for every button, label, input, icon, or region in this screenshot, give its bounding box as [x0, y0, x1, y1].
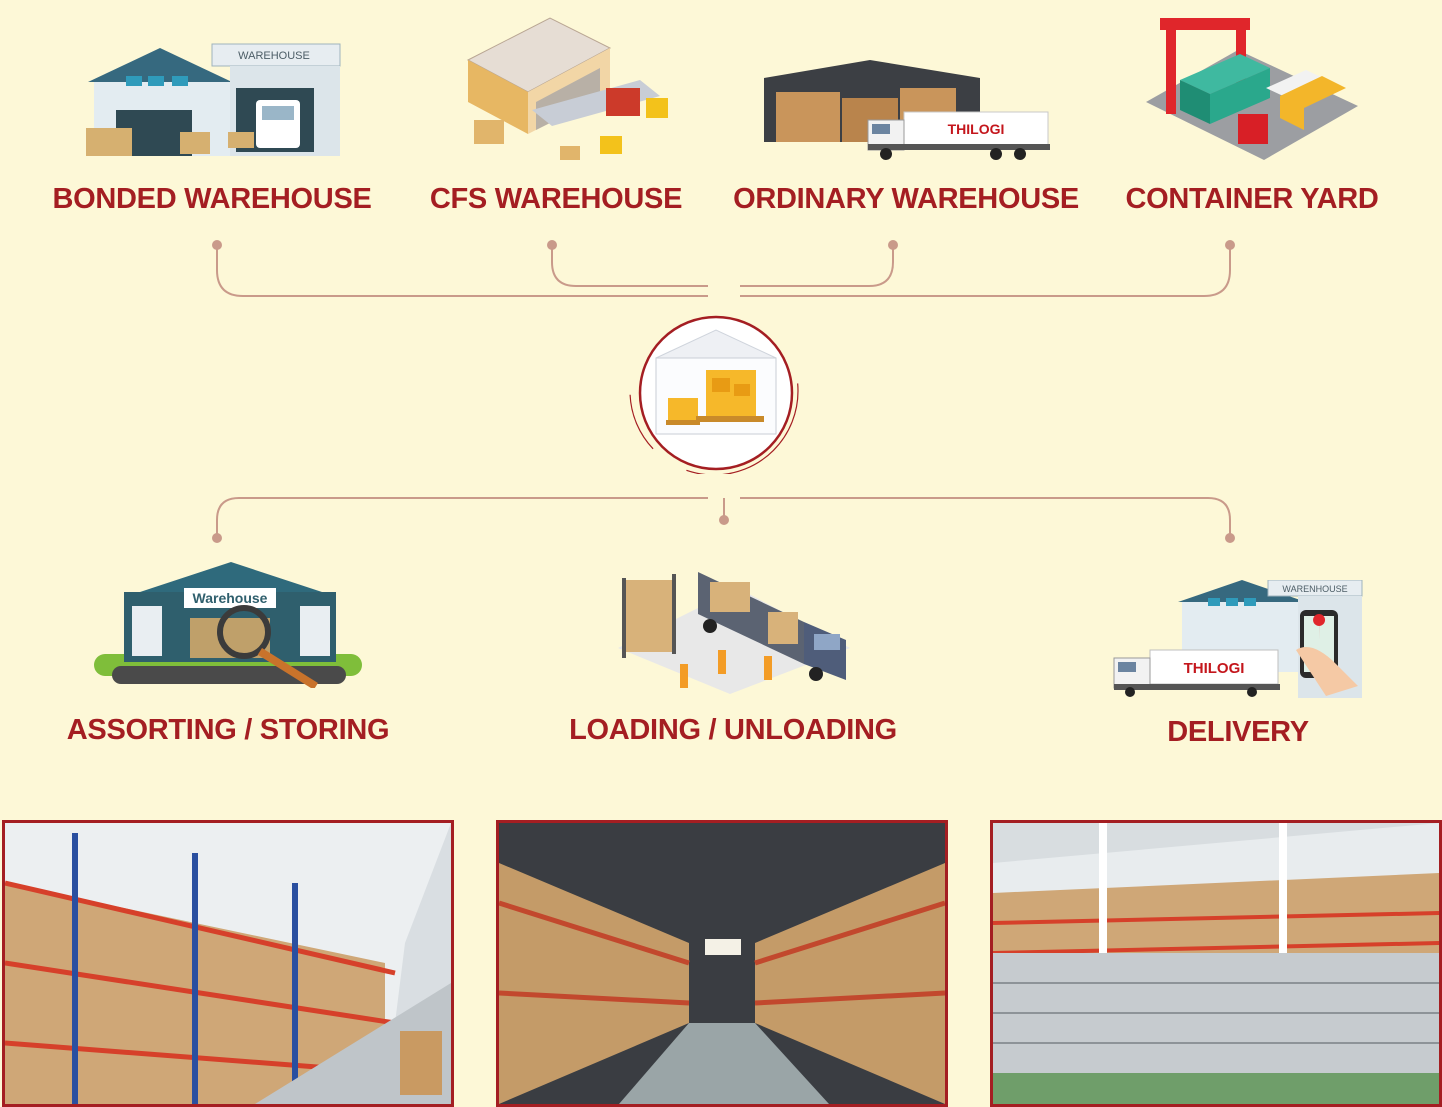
ordinary-warehouse-label: ORDINARY WAREHOUSE	[733, 183, 1079, 215]
container-yard-illustration	[1146, 14, 1360, 164]
bonded-warehouse-sign: WAREHOUSE	[238, 50, 310, 62]
assorting-storing-sign: Warehouse	[193, 590, 268, 606]
loading-unloading-illustration	[618, 552, 852, 694]
delivery-label: DELIVERY	[1167, 716, 1309, 748]
assorting-storing-illustration: Warehouse	[94, 562, 364, 688]
delivery-truck-brand: THILOGI	[1184, 660, 1245, 677]
bonded-warehouse-illustration: WAREHOUSE	[86, 40, 342, 164]
delivery-illustration: WARENHOUSE THILOGI	[1112, 580, 1364, 698]
bonded-warehouse-label: BONDED WAREHOUSE	[52, 183, 372, 215]
ordinary-warehouse-illustration: THILOGI	[760, 56, 1052, 166]
assorting-storing-label: ASSORTING / STORING	[66, 714, 390, 746]
hub-node	[626, 308, 806, 474]
warehouse-cages-photo	[990, 820, 1442, 1107]
delivery-sign: WARENHOUSE	[1282, 584, 1347, 594]
cfs-warehouse-illustration	[440, 10, 680, 170]
container-yard-label: CONTAINER YARD	[1125, 183, 1379, 215]
cfs-warehouse-label: CFS WAREHOUSE	[429, 183, 683, 215]
warehouse-aisle-photo	[496, 820, 948, 1107]
warehouse-racks-photo	[2, 820, 454, 1107]
loading-unloading-label: LOADING / UNLOADING	[569, 714, 897, 746]
ordinary-warehouse-truck-brand: THILOGI	[948, 121, 1005, 137]
